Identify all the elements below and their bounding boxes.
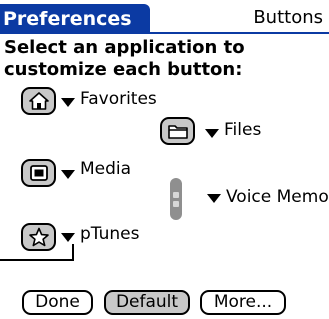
side-button-icon[interactable] [170, 178, 182, 220]
title-bar: Preferences Buttons [0, 0, 329, 38]
media-app-label[interactable]: Media [80, 158, 131, 180]
files-dropdown-arrow[interactable] [205, 129, 219, 138]
side-button-top-icon [173, 191, 179, 198]
side-button-bottom-icon [173, 200, 179, 207]
files-button[interactable] [160, 117, 195, 145]
favorites-app-label[interactable]: Favorites [80, 88, 157, 110]
home-icon [28, 92, 49, 110]
voice-memo-app-label[interactable]: Voice Memo [226, 186, 329, 208]
title-underline [0, 32, 329, 34]
app-title[interactable]: Preferences [0, 4, 150, 34]
star-button[interactable] [21, 223, 56, 251]
more-button[interactable]: More... [200, 290, 286, 315]
instructions-text: Select an application to customize each … [4, 37, 245, 80]
default-button[interactable]: Default [104, 290, 190, 315]
media-button[interactable] [21, 159, 56, 187]
star-icon [28, 227, 49, 247]
ptunes-dropdown-arrow[interactable] [61, 233, 75, 242]
favorites-dropdown-arrow[interactable] [61, 98, 75, 107]
home-button[interactable] [21, 87, 56, 115]
folder-icon [167, 125, 188, 139]
panel-selector[interactable]: Buttons [253, 5, 323, 31]
files-app-label[interactable]: Files [224, 119, 261, 141]
ptunes-app-label[interactable]: pTunes [80, 223, 139, 245]
callout-line-horizontal [0, 259, 74, 261]
media-icon [29, 165, 48, 181]
voice-memo-dropdown-arrow[interactable] [207, 194, 221, 203]
done-button[interactable]: Done [22, 290, 93, 315]
media-dropdown-arrow[interactable] [61, 170, 75, 179]
